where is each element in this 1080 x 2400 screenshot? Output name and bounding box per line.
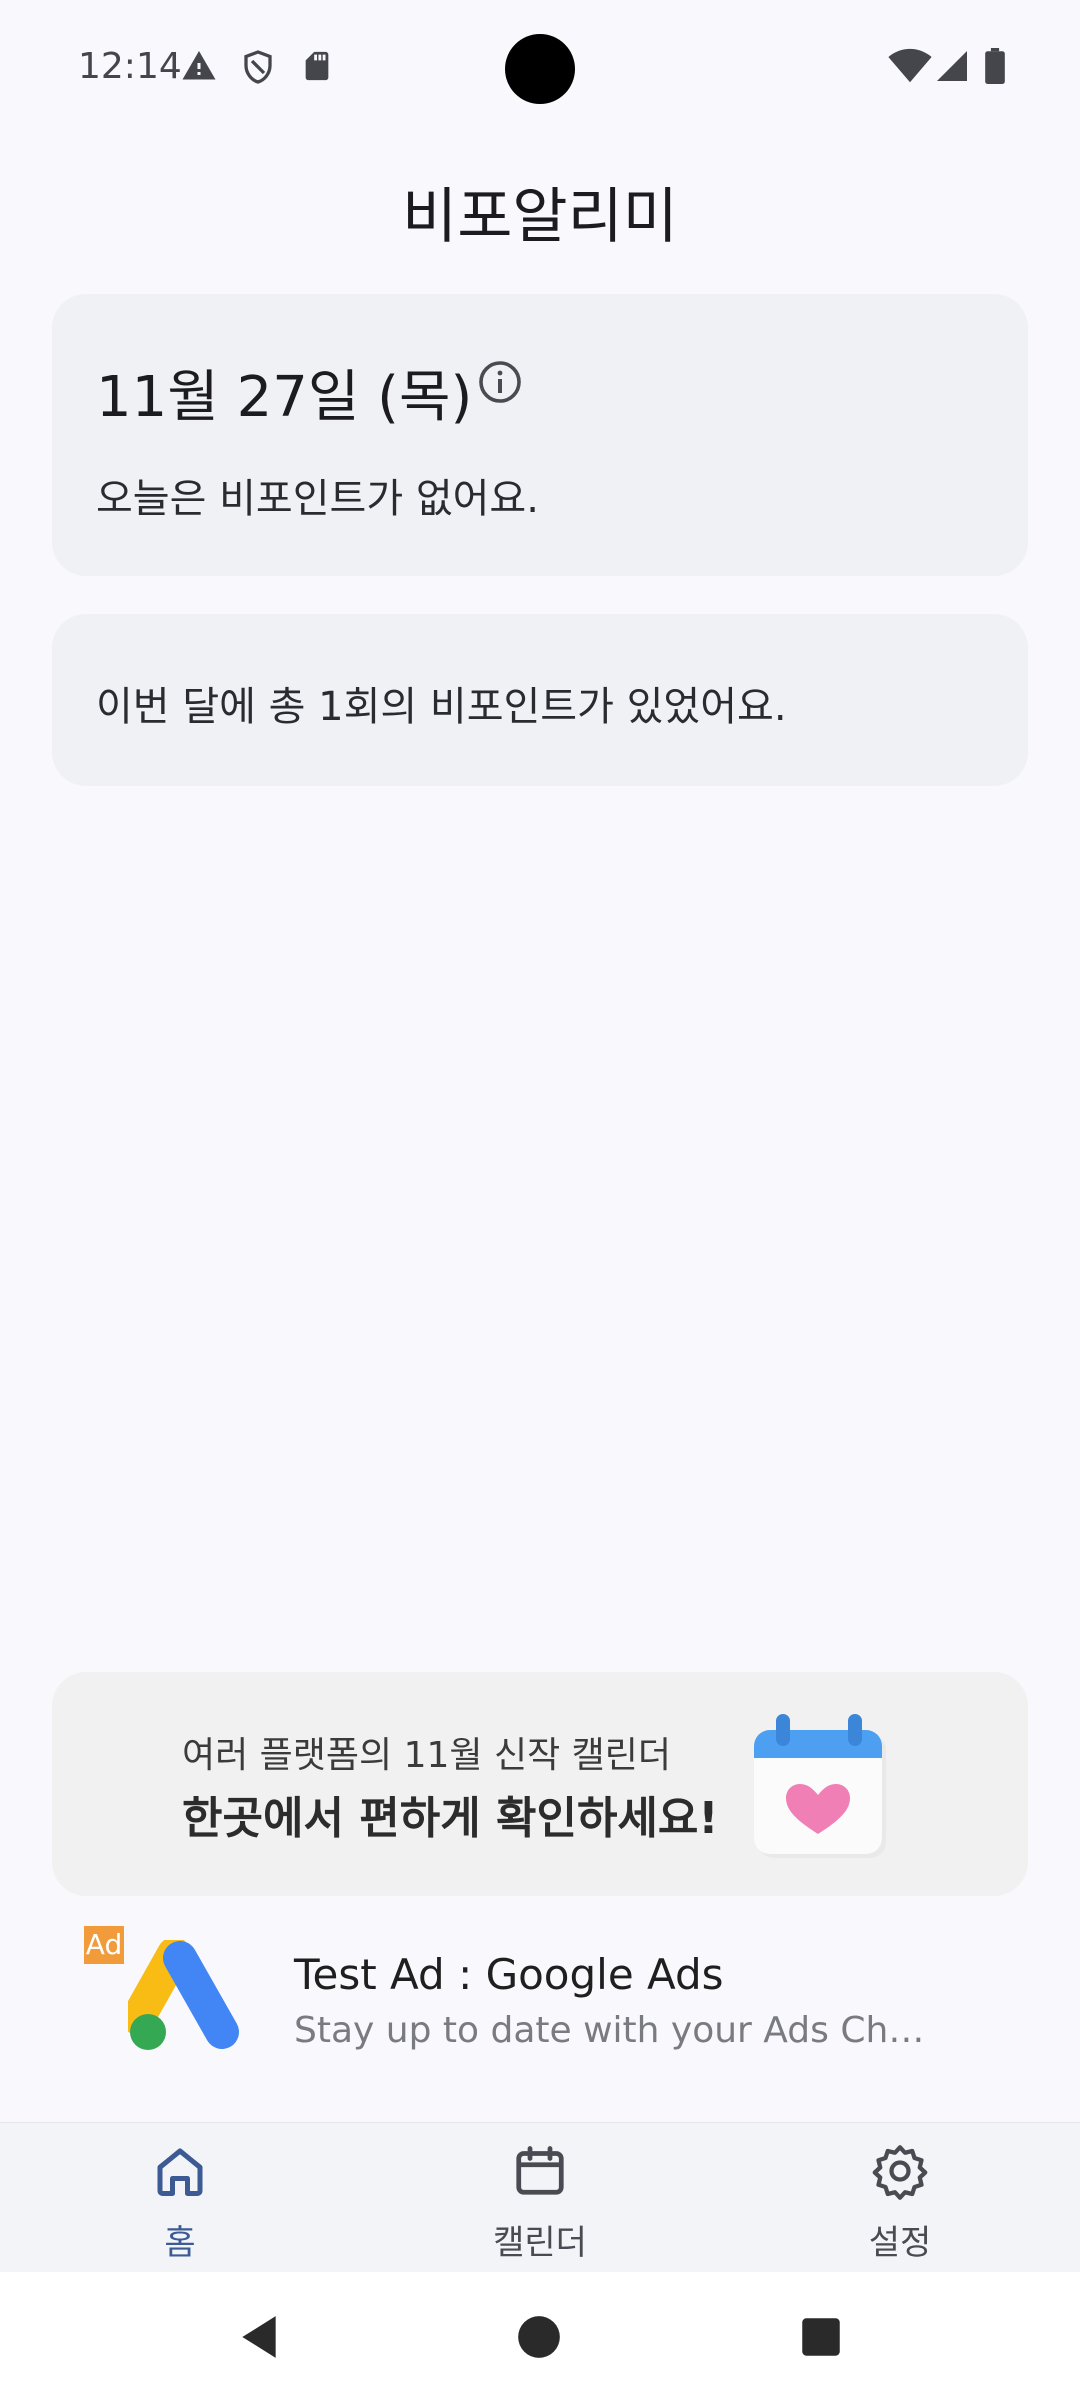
nav-home-label: 홈 [164, 2223, 196, 2263]
nav-settings[interactable]: 설정 [720, 2123, 1080, 2273]
info-icon[interactable] [476, 358, 524, 406]
signal-icon [937, 51, 967, 81]
app-screen: 12:14 비포알리미 11월 27일 (목) 오늘은 비포인트가 없어요. 이… [0, 0, 1080, 2400]
page-title: 비포알리미 [402, 182, 678, 252]
battery-icon [985, 48, 1005, 84]
promo-subtitle: 여러 플랫폼의 11월 신작 캘린더 [182, 1735, 672, 1776]
warning-icon [182, 51, 216, 80]
promo-title: 한곳에서 편하게 확인하세요! [182, 1793, 719, 1844]
system-navigation-bar [0, 2272, 1080, 2400]
month-summary-card: 이번 달에 총 1회의 비포인트가 있었어요. [52, 614, 1028, 786]
month-summary-message: 이번 달에 총 1회의 비포인트가 있었어요. [96, 684, 787, 730]
wifi-icon [888, 48, 932, 83]
calendar-heart-icon [754, 1714, 886, 1858]
bottom-navigation: 홈 캘린더 설정 [0, 2122, 1080, 2272]
today-date: 11월 27일 (목) [96, 365, 473, 430]
nav-settings-label: 설정 [868, 2223, 932, 2263]
camera-cutout [505, 34, 575, 104]
today-card: 11월 27일 (목) 오늘은 비포인트가 없어요. [52, 294, 1028, 576]
back-icon[interactable] [234, 2312, 284, 2362]
promo-banner[interactable]: 여러 플랫폼의 11월 신작 캘린더 한곳에서 편하게 확인하세요! [52, 1672, 1028, 1896]
nav-calendar[interactable]: 캘린더 [360, 2123, 720, 2273]
status-bar: 12:14 [0, 0, 1080, 130]
shield-icon [244, 50, 272, 84]
calendar-icon [516, 2146, 564, 2195]
ad-title: Test Ad : Google Ads [294, 1950, 724, 1999]
ad-badge: Ad [84, 1926, 124, 1964]
nav-calendar-label: 캘린더 [493, 2223, 587, 2263]
ad-description: Stay up to date with your Ads Check how … [294, 2010, 944, 2051]
today-message: 오늘은 비포인트가 없어요. [96, 476, 539, 522]
recents-icon[interactable] [796, 2312, 846, 2362]
nav-home[interactable]: 홈 [0, 2123, 360, 2273]
home-button-icon[interactable] [514, 2312, 564, 2362]
sd-card-icon [305, 51, 329, 81]
home-icon [157, 2148, 203, 2196]
status-time: 12:14 [78, 46, 182, 87]
gear-icon [872, 2145, 928, 2200]
google-ads-logo [128, 1940, 239, 2050]
